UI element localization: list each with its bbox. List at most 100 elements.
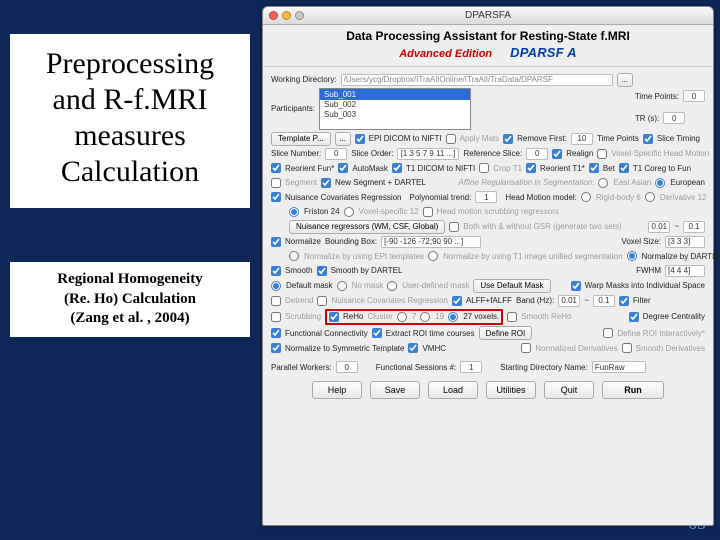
participants-label: Participants: <box>271 104 315 113</box>
reorient-fun-checkbox[interactable] <box>271 163 281 173</box>
voxsize-input[interactable] <box>665 236 705 248</box>
friston24-radio[interactable] <box>289 207 299 217</box>
load-button[interactable]: Load <box>428 381 478 399</box>
nuisance-checkbox[interactable] <box>271 192 281 202</box>
remove-first-checkbox[interactable] <box>503 134 513 144</box>
fs-label: Functional Sessions #: <box>376 363 457 372</box>
gsr-lo-input[interactable] <box>648 221 670 233</box>
scrubbing-checkbox[interactable] <box>271 312 281 322</box>
close-icon[interactable] <box>269 11 278 20</box>
template-button[interactable]: Template P... <box>271 132 331 146</box>
time-points-label: Time Points: <box>635 92 679 101</box>
scrub-reg-label: Head motion scrubbing regressors <box>437 207 559 216</box>
sd-input[interactable] <box>592 361 646 373</box>
band-lo-input[interactable] <box>558 295 580 307</box>
crop-t1-checkbox[interactable] <box>479 163 489 173</box>
european-radio[interactable] <box>655 178 665 188</box>
european-label: European <box>670 178 705 187</box>
list-item[interactable]: Sub_003 <box>320 110 470 120</box>
vmhc-checkbox[interactable] <box>408 343 418 353</box>
newseg-checkbox[interactable] <box>321 178 331 188</box>
bet-checkbox[interactable] <box>589 163 599 173</box>
slice-timing-checkbox[interactable] <box>643 134 653 144</box>
normalize-checkbox[interactable] <box>271 237 281 247</box>
gsr-hi-input[interactable] <box>683 221 705 233</box>
tr-input[interactable] <box>663 112 685 124</box>
scrub-reg-checkbox[interactable] <box>423 207 433 217</box>
t1-nifti-checkbox[interactable] <box>392 163 402 173</box>
c7-radio[interactable] <box>397 312 407 322</box>
t1coreg-checkbox[interactable] <box>619 163 629 173</box>
warp-masks-checkbox[interactable] <box>571 281 581 291</box>
norm-epi-radio[interactable] <box>289 251 299 261</box>
pw-input[interactable] <box>336 361 358 373</box>
fs-input[interactable] <box>460 361 482 373</box>
band-hi-input[interactable] <box>593 295 615 307</box>
smooth-reho-checkbox[interactable] <box>507 312 517 322</box>
titlebar[interactable]: DPARSFA <box>263 7 713 25</box>
scrubbing-label: Scrubbing <box>285 312 321 321</box>
time-points-input[interactable] <box>683 90 705 102</box>
smooth-deriv-checkbox[interactable] <box>622 343 632 353</box>
use-default-mask-button[interactable]: Use Default Mask <box>473 279 550 293</box>
deriv12-radio[interactable] <box>645 192 655 202</box>
vmhc-label: VMHC <box>422 344 446 353</box>
smooth-dartel-checkbox[interactable] <box>317 266 327 276</box>
def-roi-int-checkbox[interactable] <box>603 328 613 338</box>
slide-subtitle: Regional Homogeneity (Re. Ho) Calculatio… <box>10 262 250 337</box>
fwhm-input[interactable] <box>665 265 705 277</box>
default-mask-radio[interactable] <box>271 281 281 291</box>
reorient-t1-checkbox[interactable] <box>526 163 536 173</box>
detrend-checkbox[interactable] <box>271 296 281 306</box>
participants-list[interactable]: Sub_001 Sub_002 Sub_003 <box>319 88 471 130</box>
slice-number-input[interactable] <box>325 148 347 160</box>
list-item[interactable]: Sub_002 <box>320 100 470 110</box>
smooth-checkbox[interactable] <box>271 266 281 276</box>
dc-label: Degree Centrality <box>643 312 705 321</box>
dc-checkbox[interactable] <box>629 312 639 322</box>
nuis2-checkbox[interactable] <box>317 296 327 306</box>
slice-order-input[interactable] <box>397 148 459 160</box>
remove-first-input[interactable] <box>571 133 593 145</box>
hm-model-label: Head Motion model: <box>505 193 577 202</box>
quit-button[interactable]: Quit <box>544 381 594 399</box>
voxel-hm-checkbox[interactable] <box>597 149 607 159</box>
c19-radio[interactable] <box>420 312 430 322</box>
template-menu-button[interactable]: ... <box>335 132 351 146</box>
automask-checkbox[interactable] <box>338 163 348 173</box>
c27-radio[interactable] <box>448 312 458 322</box>
save-button[interactable]: Save <box>370 381 420 399</box>
norm-dartel-radio[interactable] <box>627 251 637 261</box>
filter-checkbox[interactable] <box>619 296 629 306</box>
norm-sym-checkbox[interactable] <box>271 343 281 353</box>
norm-deriv-checkbox[interactable] <box>521 343 531 353</box>
alff-checkbox[interactable] <box>452 296 462 306</box>
wd-input[interactable] <box>341 74 613 86</box>
minimize-icon[interactable] <box>282 11 291 20</box>
rigid6-radio[interactable] <box>581 192 591 202</box>
bbox-input[interactable] <box>381 236 481 248</box>
reho-checkbox[interactable] <box>329 312 339 322</box>
nuis-reg-button[interactable]: Nuisance regressors (WM, CSF, Global) <box>289 220 445 234</box>
add-gs-checkbox[interactable] <box>449 222 459 232</box>
roi-tc-checkbox[interactable] <box>372 328 382 338</box>
norm-t1-radio[interactable] <box>428 251 438 261</box>
user-mask-radio[interactable] <box>387 281 397 291</box>
wd-browse-button[interactable]: ... <box>617 73 633 87</box>
apply-mats-checkbox[interactable] <box>446 134 456 144</box>
epi-nifti-checkbox[interactable] <box>355 134 365 144</box>
list-item[interactable]: Sub_001 <box>320 89 470 100</box>
utilities-button[interactable]: Utilities <box>486 381 536 399</box>
run-button[interactable]: Run <box>602 381 664 399</box>
voxel12-radio[interactable] <box>344 207 354 217</box>
fc-checkbox[interactable] <box>271 328 281 338</box>
ref-slice-input[interactable] <box>526 148 548 160</box>
segment-checkbox[interactable] <box>271 178 281 188</box>
realign-checkbox[interactable] <box>552 149 562 159</box>
no-mask-radio[interactable] <box>337 281 347 291</box>
east-asian-radio[interactable] <box>598 178 608 188</box>
help-button[interactable]: Help <box>312 381 362 399</box>
polytrend-input[interactable] <box>475 191 497 203</box>
zoom-icon[interactable] <box>295 11 304 20</box>
define-roi-button[interactable]: Define ROI <box>479 326 533 340</box>
